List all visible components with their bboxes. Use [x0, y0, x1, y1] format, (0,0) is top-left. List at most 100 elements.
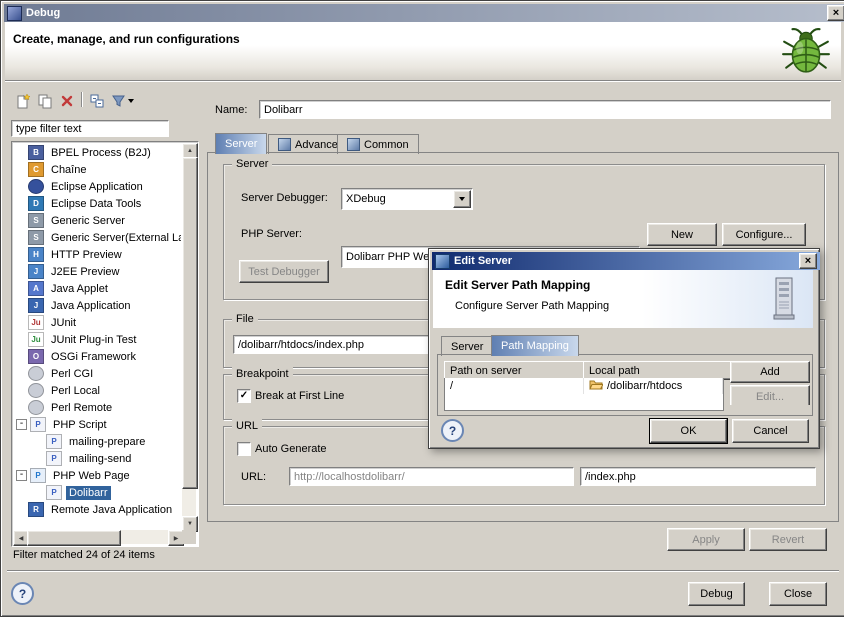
dialog-close-icon[interactable] [799, 253, 817, 269]
local-path-text: /dolibarr/htdocs [607, 380, 682, 392]
apply-button[interactable]: Apply [667, 528, 745, 551]
expander-spacer [16, 250, 25, 259]
window-title: Debug [26, 7, 60, 19]
tree-item-junit-plug-in-test[interactable]: JuJUnit Plug-in Test [13, 331, 181, 348]
php-file-icon: P [46, 485, 62, 500]
cancel-button[interactable]: Cancel [732, 419, 809, 443]
revert-button[interactable]: Revert [749, 528, 827, 551]
expander-spacer [16, 148, 25, 157]
tree-item-eclipse-data-tools[interactable]: DEclipse Data Tools [13, 195, 181, 212]
name-input[interactable] [259, 100, 831, 119]
expander-spacer [16, 165, 25, 174]
php-server-label: PHP Server: [241, 228, 302, 240]
toolbar-separator [81, 92, 82, 107]
edit-server-dialog: Edit Server Edit Server Path Mapping Con… [428, 248, 820, 449]
titlebar[interactable]: Debug [4, 4, 844, 22]
tree-item-perl-local[interactable]: Perl Local [13, 382, 181, 399]
dialog-tab-server[interactable]: Server [441, 336, 493, 356]
tree-item-php-web-page[interactable]: PPHP Web Page [13, 467, 181, 484]
php-web-page-icon: P [30, 468, 46, 483]
break-first-line-label: Break at First Line [255, 390, 344, 402]
url-path-input[interactable] [580, 467, 816, 486]
url-label: URL: [241, 471, 266, 483]
tree-item-label: OSGi Framework [48, 350, 139, 364]
tree-item-label: JUnit [48, 316, 79, 330]
mapping-table-body[interactable]: //dolibarr/htdocs [444, 378, 724, 411]
tree-item-generic-server-external-la[interactable]: SGeneric Server(External La [13, 229, 181, 246]
tree-item-cha-ne[interactable]: CChaîne [13, 161, 181, 178]
tree-item-bpel-process-b2j[interactable]: BBPEL Process (B2J) [13, 144, 181, 161]
expander-spacer [16, 233, 25, 242]
vertical-scroll-thumb[interactable] [182, 157, 198, 489]
horizontal-scroll-thumb[interactable] [27, 530, 121, 546]
tree-item-java-application[interactable]: JJava Application [13, 297, 181, 314]
tree-item-remote-java-application[interactable]: RRemote Java Application [13, 501, 181, 518]
footer-separator [7, 570, 839, 572]
tree-item-osgi-framework[interactable]: OOSGi Framework [13, 348, 181, 365]
tree-item-mailing-prepare[interactable]: Pmailing-prepare [13, 433, 181, 450]
tree-item-label: Perl CGI [48, 367, 96, 381]
filter-menu-button[interactable] [108, 90, 138, 111]
tree-item-http-preview[interactable]: HHTTP Preview [13, 246, 181, 263]
php-file-icon: P [46, 451, 62, 466]
help-button[interactable]: ? [11, 582, 34, 605]
tree-item-dolibarr[interactable]: PDolibarr [13, 484, 181, 501]
page-title: Create, manage, and run configurations [13, 32, 240, 46]
tree-horizontal-scrollbar[interactable] [13, 530, 182, 544]
expander-spacer [16, 318, 25, 327]
auto-generate-checkbox[interactable] [237, 442, 251, 456]
server-debugger-dropdown-icon[interactable] [453, 190, 471, 208]
tree-item-php-script[interactable]: PPHP Script [13, 416, 181, 433]
add-mapping-button[interactable]: Add [730, 361, 810, 383]
perl-icon [28, 400, 44, 415]
launch-tree[interactable]: BBPEL Process (B2J)CChaîneEclipse Applic… [13, 144, 181, 530]
tree-item-perl-remote[interactable]: Perl Remote [13, 399, 181, 416]
close-button[interactable]: Close [769, 582, 827, 606]
edit-mapping-button[interactable]: Edit... [730, 385, 810, 405]
http-preview-icon: H [28, 247, 44, 262]
debug-button[interactable]: Debug [688, 582, 745, 606]
tree-vertical-scrollbar[interactable] [182, 143, 196, 530]
delete-configuration-button[interactable] [56, 90, 78, 111]
collapse-all-button[interactable] [86, 90, 108, 111]
new-page-icon [15, 93, 31, 109]
filter-input[interactable] [11, 120, 169, 137]
mapping-row[interactable]: //dolibarr/htdocs [445, 378, 723, 394]
collapse-toggle-icon[interactable] [16, 470, 27, 481]
dialog-help-button[interactable]: ? [441, 419, 464, 442]
header-separator [5, 80, 841, 82]
tree-item-junit[interactable]: JuJUnit [13, 314, 181, 331]
tree-item-java-applet[interactable]: AJava Applet [13, 280, 181, 297]
duplicate-configuration-button[interactable] [34, 90, 56, 111]
tab-server[interactable]: Server [215, 133, 267, 154]
filter-status: Filter matched 24 of 24 items [13, 549, 155, 561]
chevron-down-icon [128, 99, 134, 103]
dialog-icon [435, 254, 450, 269]
collapse-toggle-icon[interactable] [16, 419, 27, 430]
dialog-subheading: Configure Server Path Mapping [455, 300, 609, 312]
tree-item-generic-server[interactable]: SGeneric Server [13, 212, 181, 229]
test-debugger-button[interactable]: Test Debugger [239, 260, 329, 283]
tree-item-j2ee-preview[interactable]: JJ2EE Preview [13, 263, 181, 280]
new-configuration-button[interactable] [12, 90, 34, 111]
expander-spacer [16, 386, 25, 395]
tree-item-label: J2EE Preview [48, 265, 122, 279]
dialog-titlebar[interactable]: Edit Server [432, 252, 820, 270]
break-first-line-checkbox[interactable] [237, 389, 251, 403]
close-icon[interactable] [827, 5, 844, 21]
delete-icon [59, 93, 75, 109]
new-server-button[interactable]: New [647, 223, 717, 246]
url-base-input[interactable] [289, 467, 574, 486]
server-debugger-combo[interactable]: XDebug [341, 188, 473, 210]
configure-server-button[interactable]: Configure... [722, 223, 806, 246]
dialog-tab-path-mapping[interactable]: Path Mapping [491, 335, 579, 356]
expander-spacer [34, 437, 43, 446]
java-application-icon: J [28, 298, 44, 313]
tree-item-eclipse-application[interactable]: Eclipse Application [13, 178, 181, 195]
ok-button[interactable]: OK [650, 419, 727, 443]
launch-tree-box: BBPEL Process (B2J)CChaîneEclipse Applic… [11, 141, 199, 547]
tree-item-label: Java Applet [48, 282, 111, 296]
tree-item-perl-cgi[interactable]: Perl CGI [13, 365, 181, 382]
tree-item-mailing-send[interactable]: Pmailing-send [13, 450, 181, 467]
tab-common[interactable]: Common [337, 134, 419, 154]
